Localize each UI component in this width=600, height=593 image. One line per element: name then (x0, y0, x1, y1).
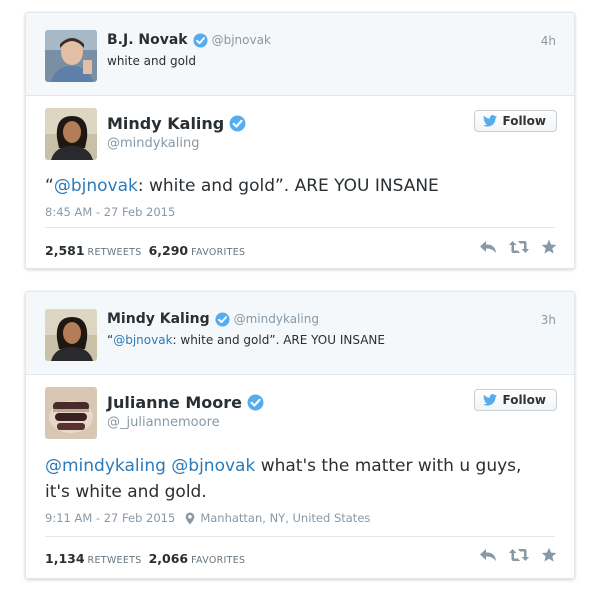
context-time[interactable]: 4h (541, 34, 556, 48)
mention-link[interactable]: @mindykaling (45, 456, 166, 476)
retweet-count[interactable]: 1,134 (45, 551, 85, 566)
mention-link[interactable]: @bjnovak (171, 456, 255, 476)
mention-link[interactable]: @bjnovak (113, 333, 172, 347)
follow-button[interactable]: Follow (474, 110, 557, 132)
twitter-bird-icon (483, 115, 498, 127)
author-handle[interactable]: @mindykaling (107, 136, 199, 151)
star-icon[interactable] (541, 547, 557, 563)
retweet-count[interactable]: 2,581 (45, 243, 85, 258)
favorite-label: FAVORITES (191, 247, 246, 258)
context-tweet: Mindy Kaling @mindykaling “@bjnovak: whi… (26, 292, 574, 375)
tweet-meta: 9:11 AM - 27 Feb 2015 Manhattan, NY, Uni… (45, 511, 370, 525)
favorite-count[interactable]: 2,066 (149, 551, 189, 566)
follow-label: Follow (502, 393, 546, 407)
retweet-icon[interactable] (509, 239, 529, 255)
tweet-meta: 8:45 AM - 27 Feb 2015 (45, 205, 175, 219)
divider (45, 227, 555, 228)
verified-badge-icon (247, 394, 264, 411)
tweet-text: @mindykaling @bjnovak what's the matter … (45, 453, 560, 505)
location-pin-icon (185, 512, 195, 525)
avatar-juliannemoore[interactable] (45, 387, 97, 439)
author-handle[interactable]: @_juliannemoore (107, 415, 220, 430)
avatar-mindykaling[interactable] (45, 309, 97, 361)
timestamp[interactable]: 8:45 AM - 27 Feb 2015 (45, 205, 175, 219)
tweet-actions (479, 239, 557, 255)
twitter-bird-icon (483, 394, 498, 406)
tweet-text-rest: : white and gold”. ARE YOU INSANE (137, 176, 439, 196)
context-text-rest: : white and gold”. ARE YOU INSANE (172, 333, 385, 347)
tweet-actions (479, 547, 557, 563)
mention-link[interactable]: @bjnovak (54, 176, 138, 196)
divider (45, 536, 555, 537)
author-name[interactable]: Julianne Moore (107, 393, 242, 412)
avatar-mindykaling[interactable] (45, 108, 97, 160)
context-tweet: B.J. Novak @bjnovak white and gold 4h (26, 13, 574, 96)
tweet-card-2: Mindy Kaling @mindykaling “@bjnovak: whi… (25, 291, 575, 579)
author: Mindy Kaling (107, 114, 246, 133)
verified-badge-icon (193, 32, 208, 48)
favorite-count[interactable]: 6,290 (149, 243, 189, 258)
follow-label: Follow (502, 114, 546, 128)
follow-button[interactable]: Follow (474, 389, 557, 411)
location-link[interactable]: Manhattan, NY, United States (200, 511, 370, 525)
tweet-text-line-2: it's white and gold. (45, 482, 207, 502)
tweet-stats: 1,134 RETWEETS 2,066 FAVORITES (45, 551, 252, 566)
context-author-handle[interactable]: @bjnovak (212, 33, 271, 47)
context-text: “@bjnovak: white and gold”. ARE YOU INSA… (107, 333, 385, 347)
tweet-stats: 2,581 RETWEETS 6,290 FAVORITES (45, 243, 252, 258)
tweet-text-rest: what's the matter with u guys, (255, 456, 522, 476)
retweet-label: RETWEETS (87, 247, 142, 258)
tweet-card-1: B.J. Novak @bjnovak white and gold 4h Mi… (25, 12, 575, 269)
context-author-name[interactable]: Mindy Kaling (107, 311, 210, 327)
tweet-text: “@bjnovak: white and gold”. ARE YOU INSA… (45, 173, 560, 199)
context-text: white and gold (107, 54, 196, 68)
context-author: B.J. Novak @bjnovak (107, 32, 271, 48)
open-quote: “ (45, 176, 54, 196)
star-icon[interactable] (541, 239, 557, 255)
author: Julianne Moore (107, 393, 264, 412)
tweet-text-line-1: @mindykaling @bjnovak what's the matter … (45, 453, 560, 479)
timestamp[interactable]: 9:11 AM - 27 Feb 2015 (45, 511, 175, 525)
verified-badge-icon (229, 115, 246, 132)
context-author: Mindy Kaling @mindykaling (107, 311, 319, 327)
avatar-bjnovak[interactable] (45, 30, 97, 82)
reply-icon[interactable] (479, 547, 497, 563)
context-author-handle[interactable]: @mindykaling (234, 312, 319, 326)
author-name[interactable]: Mindy Kaling (107, 114, 224, 133)
retweet-icon[interactable] (509, 547, 529, 563)
verified-badge-icon (215, 311, 230, 327)
retweet-label: RETWEETS (87, 555, 142, 566)
context-author-name[interactable]: B.J. Novak (107, 32, 188, 48)
reply-icon[interactable] (479, 239, 497, 255)
context-time[interactable]: 3h (541, 313, 556, 327)
favorite-label: FAVORITES (191, 555, 246, 566)
